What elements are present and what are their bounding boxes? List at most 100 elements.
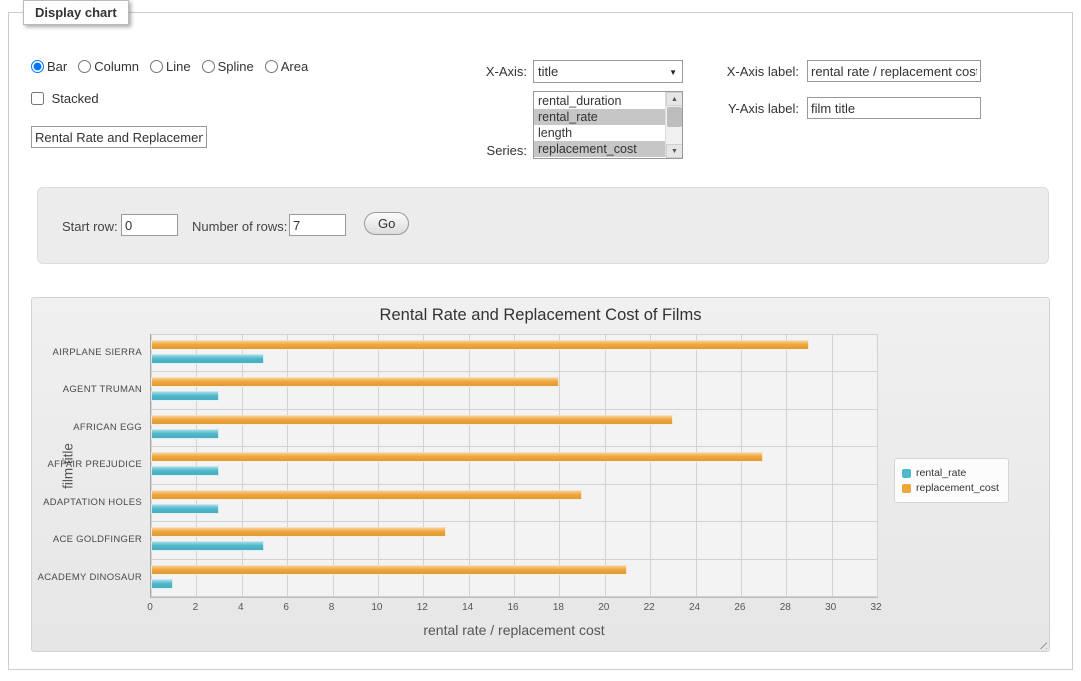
legend-item-rental_rate[interactable]: rental_rate	[902, 467, 999, 479]
x-axis-selected-value: title	[538, 64, 558, 79]
legend-item-replacement_cost[interactable]: replacement_cost	[902, 482, 999, 494]
gridline-vertical	[741, 334, 742, 597]
stacked-option[interactable]: Stacked	[31, 91, 99, 106]
chart-type-radio-spline[interactable]: Spline	[202, 59, 254, 74]
gridline-vertical	[605, 334, 606, 597]
radio-area[interactable]	[265, 60, 278, 73]
category-label: AFFAIR PREJUDICE	[32, 446, 142, 483]
bar-replacement_cost	[151, 565, 627, 575]
gridline-vertical	[469, 334, 470, 597]
y-axis-label-label: Y-Axis label:	[699, 101, 799, 116]
scroll-up-icon[interactable]: ▲	[666, 92, 683, 106]
bar-replacement_cost	[151, 415, 673, 425]
chart-type-radio-column[interactable]: Column	[78, 59, 139, 74]
gridline-horizontal	[151, 334, 878, 335]
gridline-vertical	[287, 334, 288, 597]
gridline-vertical	[650, 334, 651, 597]
x-tick-label: 8	[329, 602, 335, 613]
series-listbox[interactable]: rental_durationrental_ratelengthreplacem…	[533, 91, 683, 159]
y-axis-label-input[interactable]	[807, 97, 981, 119]
radio-spline[interactable]	[202, 60, 215, 73]
x-tick-label: 20	[598, 602, 609, 613]
x-tick-label: 4	[238, 602, 244, 613]
gridline-vertical	[832, 334, 833, 597]
chart-title-input[interactable]	[31, 126, 207, 148]
category-label: ACADEMY DINOSAUR	[32, 559, 142, 596]
gridline-vertical	[696, 334, 697, 597]
gridline-vertical	[514, 334, 515, 597]
x-tick-label: 2	[193, 602, 199, 613]
gridline-vertical	[423, 334, 424, 597]
start-row-input[interactable]	[121, 214, 178, 236]
series-option-rental_duration[interactable]: rental_duration	[534, 93, 665, 109]
gridline-horizontal	[151, 559, 878, 560]
stacked-checkbox[interactable]	[31, 92, 44, 105]
bar-rental_rate	[151, 429, 219, 439]
series-option-rental_rate[interactable]: rental_rate	[534, 109, 665, 125]
x-axis-select[interactable]: title ▼	[533, 60, 683, 83]
bar-rental_rate	[151, 391, 219, 401]
resize-handle-icon[interactable]	[1036, 638, 1047, 649]
series-option-length[interactable]: length	[534, 125, 665, 141]
chart-type-radio-bar[interactable]: Bar	[31, 59, 67, 74]
scroll-down-icon[interactable]: ▼	[666, 144, 683, 158]
x-tick-label: 14	[462, 602, 473, 613]
radio-line[interactable]	[150, 60, 163, 73]
chart-title: Rental Rate and Replacement Cost of Film…	[32, 306, 1049, 325]
legend-swatch	[902, 484, 911, 493]
x-tick-label: 24	[689, 602, 700, 613]
gridline-horizontal	[151, 446, 878, 447]
gridline-vertical	[877, 334, 878, 597]
stacked-label: Stacked	[52, 91, 99, 106]
gridline-vertical	[378, 334, 379, 597]
chart-category-labels: AIRPLANE SIERRAAGENT TRUMANAFRICAN EGGAF…	[32, 334, 142, 598]
radio-label: Column	[94, 59, 139, 74]
row-range-panel: Start row: Number of rows: Go	[37, 187, 1049, 264]
category-label: AIRPLANE SIERRA	[32, 334, 142, 371]
radio-label: Bar	[47, 59, 67, 74]
gridline-vertical	[242, 334, 243, 597]
chevron-down-icon: ▼	[669, 68, 677, 77]
chart-type-options: Bar Column Line Spline Area	[31, 59, 319, 74]
bar-rental_rate	[151, 466, 219, 476]
bar-replacement_cost	[151, 452, 763, 462]
chart-legend: rental_rate replacement_cost	[894, 458, 1009, 503]
radio-label: Line	[166, 59, 191, 74]
bar-replacement_cost	[151, 490, 582, 500]
series-option-replacement_cost[interactable]: replacement_cost	[534, 141, 665, 157]
x-tick-label: 0	[147, 602, 153, 613]
x-tick-label: 6	[283, 602, 289, 613]
radio-label: Area	[281, 59, 308, 74]
chart-type-radio-line[interactable]: Line	[150, 59, 191, 74]
chart-x-axis-title: rental rate / replacement cost	[423, 622, 604, 638]
fieldset-legend: Display chart	[23, 0, 129, 25]
number-of-rows-input[interactable]	[289, 214, 346, 236]
gridline-horizontal	[151, 409, 878, 410]
scrollbar-thumb[interactable]	[667, 107, 682, 127]
radio-column[interactable]	[78, 60, 91, 73]
x-axis-label-label: X-Axis label:	[699, 64, 799, 79]
x-axis-label-input[interactable]	[807, 60, 981, 82]
gridline-vertical	[559, 334, 560, 597]
bar-replacement_cost	[151, 340, 809, 350]
bar-rental_rate	[151, 541, 264, 551]
category-label: ACE GOLDFINGER	[32, 521, 142, 558]
chart-plot-area	[150, 334, 878, 598]
listbox-scrollbar[interactable]: ▲ ▼	[665, 92, 682, 158]
chart-type-radio-area[interactable]: Area	[265, 59, 308, 74]
gridline-horizontal	[151, 521, 878, 522]
bar-rental_rate	[151, 579, 173, 589]
display-chart-fieldset: Display chart BarColumnLineSplineArea St…	[8, 12, 1073, 670]
gridline-horizontal	[151, 371, 878, 372]
gridline-horizontal	[151, 484, 878, 485]
chart-container: Rental Rate and Replacement Cost of Film…	[31, 297, 1050, 652]
bar-rental_rate	[151, 504, 219, 514]
series-options: rental_durationrental_ratelengthreplacem…	[534, 93, 665, 157]
x-tick-label: 32	[870, 602, 881, 613]
x-tick-label: 16	[507, 602, 518, 613]
category-label: ADAPTATION HOLES	[32, 484, 142, 521]
radio-bar[interactable]	[31, 60, 44, 73]
go-button[interactable]: Go	[364, 212, 409, 235]
x-tick-label: 12	[417, 602, 428, 613]
legend-swatch	[902, 469, 911, 478]
